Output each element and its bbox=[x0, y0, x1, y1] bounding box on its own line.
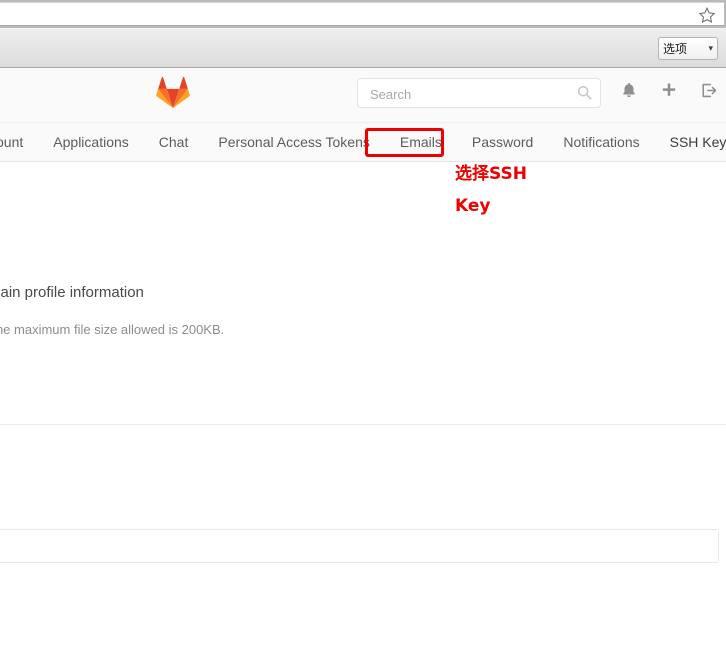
content-inner: Main profile information The maximum fil… bbox=[0, 162, 726, 646]
section-help-text: The maximum file size allowed is 200KB. bbox=[0, 322, 225, 337]
tab-chat[interactable]: Chat bbox=[144, 123, 204, 161]
star-icon[interactable] bbox=[698, 6, 716, 24]
notifications-bell-icon[interactable] bbox=[620, 81, 638, 100]
search-input[interactable] bbox=[368, 79, 572, 109]
search-icon[interactable] bbox=[577, 85, 592, 100]
section-divider bbox=[0, 424, 726, 425]
page-content: Main profile information The maximum fil… bbox=[0, 162, 726, 646]
address-bar[interactable] bbox=[0, 2, 724, 26]
chevron-down-icon: ▾ bbox=[708, 43, 713, 53]
tab-applications[interactable]: Applications bbox=[38, 123, 144, 161]
section-title: Main profile information bbox=[0, 284, 144, 301]
tab-emails[interactable]: Emails bbox=[385, 123, 457, 161]
tab-personal-access-tokens[interactable]: Personal Access Tokens bbox=[203, 123, 385, 161]
options-dropdown[interactable]: 选项 ▾ bbox=[658, 37, 718, 60]
tab-ssh-keys[interactable]: SSH Keys bbox=[655, 123, 726, 161]
text-field[interactable] bbox=[0, 529, 719, 563]
tab-notifications[interactable]: Notifications bbox=[548, 123, 654, 161]
gitlab-tanuki-logo[interactable] bbox=[156, 76, 190, 108]
urlbar-strip bbox=[0, 0, 726, 28]
sign-out-icon[interactable] bbox=[700, 81, 718, 100]
settings-nav-list: Profile Account Applications Chat Person… bbox=[0, 123, 726, 161]
browser-toolbar: 选项 ▾ bbox=[0, 28, 726, 68]
search-box[interactable] bbox=[357, 78, 601, 109]
options-dropdown-label: 选项 bbox=[663, 42, 688, 56]
header-icon-group bbox=[620, 81, 718, 100]
tab-password[interactable]: Password bbox=[457, 123, 548, 161]
new-plus-icon[interactable] bbox=[660, 81, 678, 100]
browser-chrome: 选项 ▾ bbox=[0, 0, 726, 68]
tab-account[interactable]: Account bbox=[0, 123, 38, 161]
settings-nav-bar: Profile Account Applications Chat Person… bbox=[0, 123, 726, 162]
annotation-label: 选择SSH Key bbox=[455, 164, 527, 217]
